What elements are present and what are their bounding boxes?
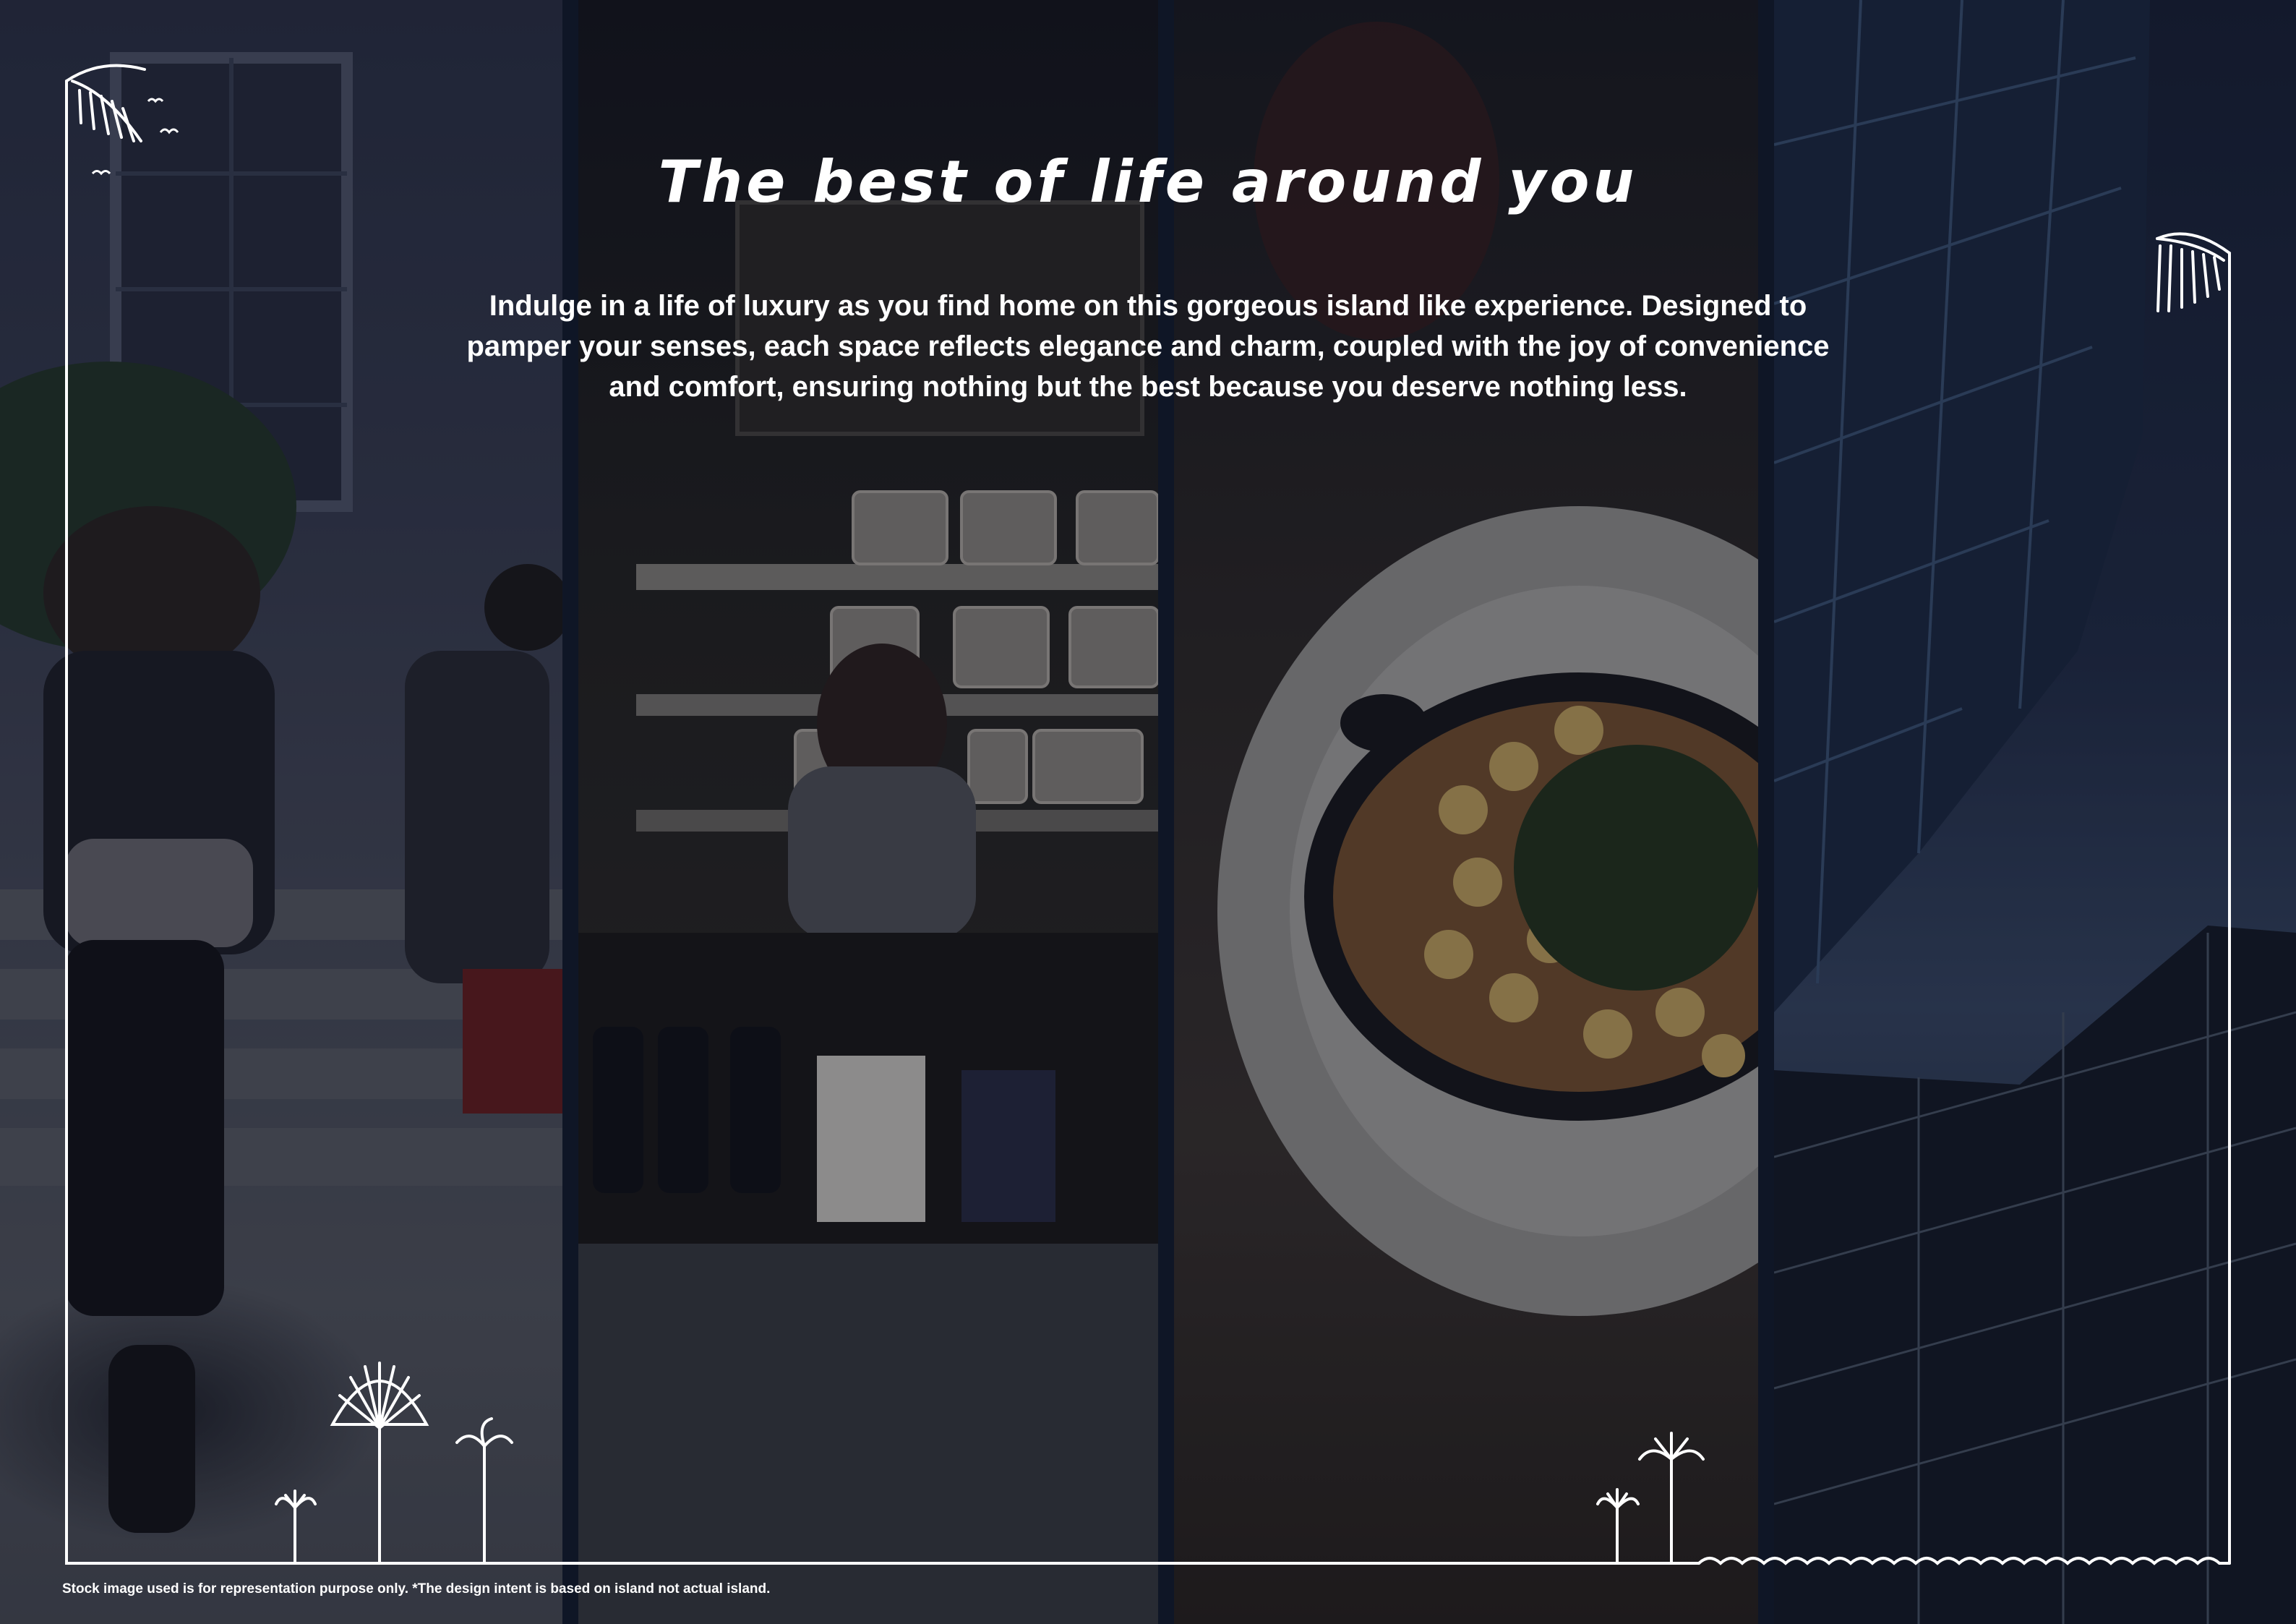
small-palm-tree-icon <box>275 1490 317 1565</box>
palm-frond-top-right-icon <box>2156 232 2231 312</box>
small-palm-tree-right-icon <box>1596 1488 1640 1565</box>
intro-paragraph: Indulge in a life of luxury as you find … <box>466 290 1830 403</box>
wave-line <box>1697 1557 2231 1565</box>
page-title: The best of life around you <box>658 148 1638 215</box>
disclaimer-note: Stock image used is for representation p… <box>62 1581 771 1597</box>
fan-palm-icon <box>330 1362 429 1565</box>
palm-frond-top-left-icon <box>65 64 146 142</box>
decorative-frame <box>65 64 2231 1565</box>
palm-tree-icon <box>455 1417 513 1565</box>
palm-tree-right-icon <box>1638 1432 1705 1565</box>
